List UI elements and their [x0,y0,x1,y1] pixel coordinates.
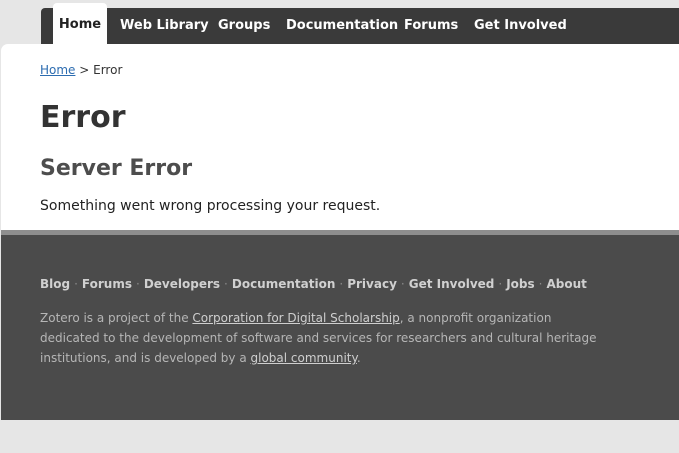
footer-link-developers[interactable]: Developers [144,277,220,291]
breadcrumb-separator: > [75,63,94,77]
tab-get-involved[interactable]: Get Involved [474,8,567,44]
tab-web-library[interactable]: Web Library [120,8,209,44]
footer-text-part: . [356,351,361,365]
footer-separator: · [538,277,543,291]
footer-link-blog[interactable]: Blog [40,277,70,291]
footer-separator: · [135,277,140,291]
footer-link-about[interactable]: About [546,277,586,291]
breadcrumb-home-link[interactable]: Home [40,63,75,77]
page-title: Error [40,100,126,135]
breadcrumb: Home > Error [40,63,122,77]
footer-link-jobs[interactable]: Jobs [506,277,534,291]
footer-description: Zotero is a project of the Corporation f… [40,308,600,368]
footer-text-part: Zotero is a project of the [40,311,193,325]
footer-separator: · [74,277,78,291]
tab-home[interactable]: Home [53,3,107,45]
footer-separator: · [400,277,405,291]
error-heading: Server Error [40,156,193,181]
footer-separator: · [339,277,344,291]
footer-separator: · [224,277,228,291]
footer-link-get-involved[interactable]: Get Involved [409,277,495,291]
footer-separator: · [498,277,503,291]
cds-link[interactable]: Corporation for Digital Scholarship [192,311,399,325]
footer-links: Blog · Forums · Developers · Documentation · Pri… [40,277,587,291]
error-message: Something went wrong processing your req… [40,198,381,214]
breadcrumb-current: Error [93,63,123,77]
tab-forums[interactable]: Forums [404,8,458,44]
footer-link-forums[interactable]: Forums [82,277,132,291]
tab-documentation[interactable]: Documentation [286,8,398,44]
footer-link-privacy[interactable]: Privacy [347,277,397,291]
tab-groups[interactable]: Groups [218,8,270,44]
top-navigation: Home Web Library Groups Documentation Fo… [41,3,679,45]
global-community-link[interactable]: global community [251,351,357,365]
footer-link-documentation[interactable]: Documentation [232,277,336,291]
